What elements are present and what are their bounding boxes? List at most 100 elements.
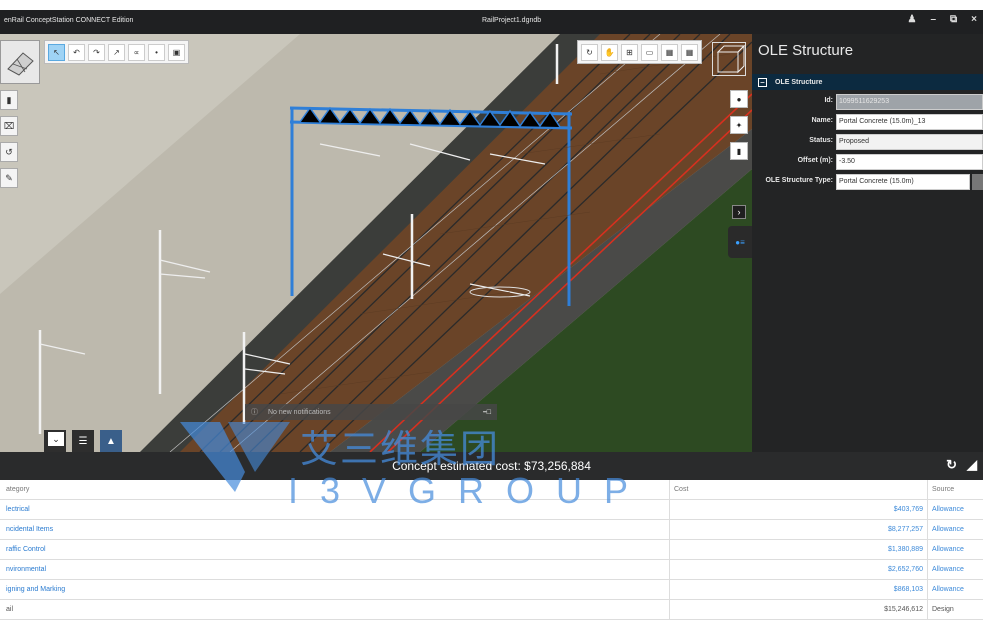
table-header: ategory Cost Source: [0, 480, 983, 500]
table-row[interactable]: ncidental Items $8,277,257 Allowance: [0, 520, 983, 540]
status-row: Status: Proposed: [752, 133, 983, 151]
row-source: Allowance: [932, 566, 964, 573]
pin-icon[interactable]: •: [148, 43, 165, 61]
delete-icon[interactable]: ▣: [168, 43, 185, 61]
close-icon[interactable]: ×: [971, 14, 977, 25]
people-icon[interactable]: ♟: [907, 14, 916, 25]
properties-panel: OLE Structure – OLE Structure Id: 109951…: [752, 34, 983, 452]
info-icon: ●≡: [735, 237, 745, 247]
restore-icon[interactable]: ⧉: [950, 14, 957, 25]
table-row[interactable]: ail $15,246,612 Design: [0, 600, 983, 620]
app-title: enRail ConceptStation CONNECT Edition: [4, 17, 134, 24]
camera-icon[interactable]: ●: [730, 90, 748, 108]
row-category[interactable]: igning and Marking: [0, 580, 670, 599]
row-category[interactable]: ail: [0, 600, 670, 619]
header-cost[interactable]: Cost: [670, 480, 928, 499]
tool-4-icon[interactable]: ✎: [0, 168, 18, 188]
row-cost: $403,769: [670, 500, 928, 519]
row-cost: $8,277,257: [670, 520, 928, 539]
cost-summary-bar: Concept estimated cost: $73,256,884 ↻ ◢: [0, 452, 983, 480]
ole-structure-section-header[interactable]: – OLE Structure: [752, 74, 983, 90]
header-source[interactable]: Source: [928, 480, 983, 499]
selection-toolbar: ↖ ↶ ↷ ↗ ∝ • ▣: [44, 40, 189, 64]
row-cost: $1,380,889: [670, 540, 928, 559]
tool-1-icon[interactable]: ▮: [0, 90, 18, 110]
table-row[interactable]: igning and Marking $868,103 Allowance: [0, 580, 983, 600]
notification-window-controls[interactable]: –□: [483, 409, 491, 416]
pointer-icon[interactable]: ↗: [108, 43, 125, 61]
expand-icon[interactable]: ◢: [967, 457, 977, 473]
row-cost: $868,103: [670, 580, 928, 599]
row-source: Allowance: [932, 506, 964, 513]
status-select[interactable]: Proposed: [836, 134, 983, 150]
redo-icon[interactable]: ↷: [88, 43, 105, 61]
header-category[interactable]: ategory: [0, 480, 670, 499]
name-row: Name: Portal Concrete (15.0m)_13: [752, 113, 983, 131]
type-row: OLE Structure Type: Portal Concrete (15.…: [752, 173, 983, 191]
rotate-icon[interactable]: ↻: [581, 43, 598, 61]
collapse-minus-icon[interactable]: –: [758, 77, 767, 87]
type-picker-button[interactable]: [972, 174, 983, 190]
info-circle-icon: ⓘ: [251, 409, 258, 416]
notification-text: No new notifications: [268, 408, 331, 416]
title-bar: enRail ConceptStation CONNECT Edition Ra…: [0, 10, 983, 34]
minimize-icon[interactable]: –: [930, 14, 936, 25]
type-label: OLE Structure Type:: [765, 177, 833, 184]
cost-bar-icons: ↻ ◢: [946, 457, 977, 473]
type-field[interactable]: Portal Concrete (15.0m): [836, 174, 970, 190]
refresh-icon[interactable]: ↻: [946, 457, 957, 473]
rail-tool-icon[interactable]: ▲: [100, 430, 122, 452]
row-source: Allowance: [932, 546, 964, 553]
row-category[interactable]: raffic Control: [0, 540, 670, 559]
measure-icon[interactable]: ∝: [128, 43, 145, 61]
row-category[interactable]: lectrical: [0, 500, 670, 519]
model-tool-tile[interactable]: [0, 40, 40, 84]
expand-down-icon[interactable]: ⌄: [48, 432, 64, 446]
tool-3-icon[interactable]: ↺: [0, 142, 18, 162]
window-icon[interactable]: ▭: [641, 43, 658, 61]
view-cube-icon: [716, 44, 746, 74]
name-label: Name:: [811, 117, 833, 124]
table-row[interactable]: lectrical $403,769 Allowance: [0, 500, 983, 520]
grid-alt-icon[interactable]: ▦: [681, 43, 698, 61]
rail-scene: [0, 34, 752, 452]
panel-title: OLE Structure: [758, 42, 854, 59]
offset-row: Offset (m): -3.50: [752, 153, 983, 171]
video-icon[interactable]: ▮: [730, 142, 748, 160]
row-category[interactable]: ncidental Items: [0, 520, 670, 539]
id-field: 1099511629253: [836, 94, 983, 110]
pan-icon[interactable]: ✋: [601, 43, 618, 61]
offset-label: Offset (m):: [797, 157, 833, 164]
layers-icon[interactable]: ☰: [72, 430, 94, 452]
table-row[interactable]: nvironmental $2,652,760 Allowance: [0, 560, 983, 580]
row-category[interactable]: nvironmental: [0, 560, 670, 579]
grid-icon[interactable]: ▦: [661, 43, 678, 61]
zoom-icon[interactable]: ⊞: [621, 43, 638, 61]
document-title: RailProject1.dgndb: [482, 17, 542, 24]
tool-2-icon[interactable]: ⌧: [0, 116, 18, 136]
view-cube[interactable]: [712, 42, 746, 76]
undo-icon[interactable]: ↶: [68, 43, 85, 61]
view-toolbar: ↻ ✋ ⊞ ▭ ▦ ▦: [577, 40, 702, 64]
row-cost: $2,652,760: [670, 560, 928, 579]
3d-viewport[interactable]: ● ✦ ▮ › ●≡ ⓘ No new notifications –□ ▣ ☰…: [0, 34, 752, 452]
cost-table: ategory Cost Source lectrical $403,769 A…: [0, 480, 983, 620]
left-toolbar: ▮ ⌧ ↺ ✎: [0, 90, 18, 188]
offset-field[interactable]: -3.50: [836, 154, 983, 170]
id-label: Id:: [824, 97, 833, 104]
side-buttons: ● ✦ ▮: [730, 90, 748, 160]
row-source: Allowance: [932, 526, 964, 533]
row-cost: $15,246,612: [670, 600, 928, 619]
collapse-panel-button[interactable]: ›: [732, 205, 746, 219]
name-field[interactable]: Portal Concrete (15.0m)_13: [836, 114, 983, 130]
status-label: Status:: [809, 137, 833, 144]
row-source: Design: [932, 606, 954, 613]
id-row: Id: 1099511629253: [752, 93, 983, 111]
compass-icon[interactable]: ✦: [730, 116, 748, 134]
row-source: Allowance: [932, 586, 964, 593]
cost-summary-text: Concept estimated cost: $73,256,884: [392, 459, 591, 473]
window-controls: ♟ – ⧉ ×: [907, 14, 977, 25]
select-icon[interactable]: ↖: [48, 43, 65, 61]
table-row[interactable]: raffic Control $1,380,889 Allowance: [0, 540, 983, 560]
properties-tab-handle[interactable]: ●≡: [728, 226, 752, 258]
